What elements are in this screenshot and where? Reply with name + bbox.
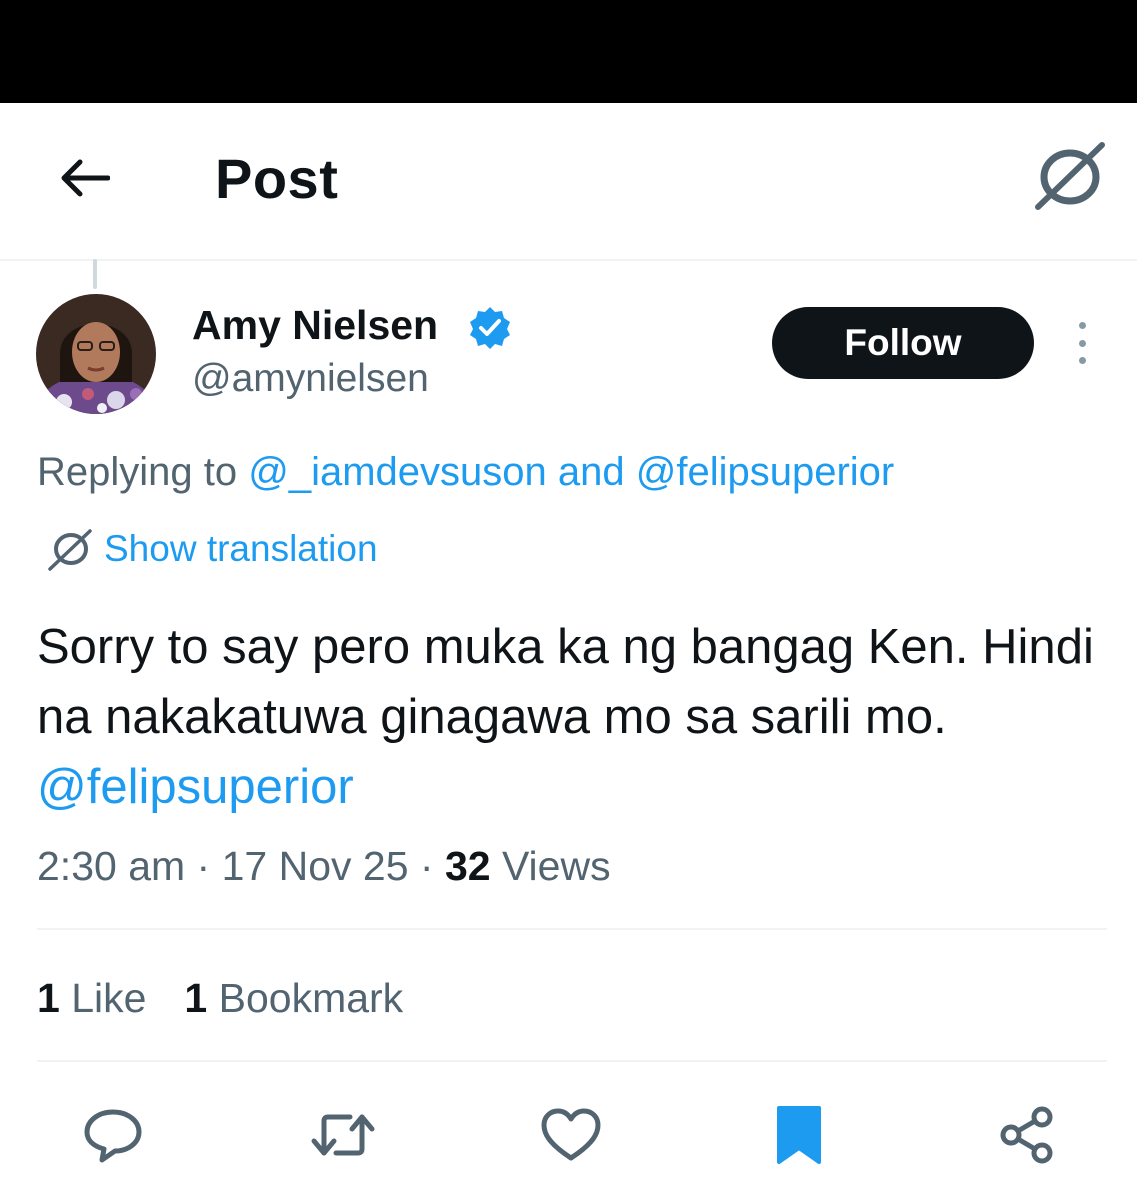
tweet-time[interactable]: 2:30 am [37,843,185,889]
avatar[interactable] [36,294,156,414]
tweet-meta: 2:30 am · 17 Nov 25 · 32 Views [37,840,611,892]
divider [37,928,1107,930]
bookmark-icon [777,1106,821,1164]
likes-stat[interactable]: 1 Like [37,975,146,1021]
like-button[interactable] [536,1100,606,1170]
handle[interactable]: @amynielsen [192,356,429,402]
like-icon [541,1108,601,1161]
bookmarks-stat[interactable]: 1 Bookmark [184,975,403,1021]
more-icon-dot [1078,339,1086,347]
meta-separator: · [185,843,222,889]
share-button[interactable] [992,1100,1062,1170]
reply-joiner: and [546,450,636,494]
tweet-date[interactable]: 17 Nov 25 [222,843,409,889]
back-button[interactable] [52,150,116,206]
views-count: 32 [444,843,491,889]
show-translation-link[interactable]: Show translation [46,524,378,574]
avatar-image [36,294,156,414]
status-bar [0,0,1137,103]
more-options-button[interactable] [1062,318,1102,368]
show-translation-label: Show translation [104,528,378,569]
tweet-text: Sorry to say pero muka ka ng bangag Ken.… [37,612,1117,822]
reply-mention-link[interactable]: @_iamdevsuson [248,450,547,494]
translate-icon [48,529,92,571]
verified-badge-icon [470,307,510,349]
repost-icon [311,1114,375,1156]
page-title: Post [215,147,339,210]
tweet-mention-link[interactable]: @felipsuperior [37,760,354,814]
views-label: Views [490,843,611,889]
replying-to: Replying to @_iamdevsuson and @felipsupe… [37,448,894,496]
translate-icon [1035,142,1105,210]
follow-button[interactable]: Follow [772,307,1034,379]
tweet-body: Sorry to say pero muka ka ng bangag Ken.… [37,620,1094,744]
more-icon-dot [1078,322,1086,329]
more-icon-dot [1078,357,1086,364]
divider [37,1060,1107,1062]
translate-button[interactable] [1030,140,1110,212]
thread-line [93,259,97,289]
reply-mention-link[interactable]: @felipsuperior [636,450,895,494]
likes-label: Like [59,975,147,1021]
header [0,103,1137,261]
bookmarks-label: Bookmark [207,975,404,1021]
bookmark-button[interactable] [764,1100,834,1170]
likes-count: 1 [37,975,60,1021]
engagement-stats: 1 Like 1 Bookmark [37,972,403,1024]
replying-prefix: Replying to [37,450,249,494]
share-icon [1000,1106,1053,1164]
reply-icon [84,1109,142,1163]
display-name[interactable]: Amy Nielsen [192,300,438,350]
repost-button[interactable] [308,1100,378,1170]
back-arrow-icon [61,159,110,197]
meta-separator: · [408,843,445,889]
bookmarks-count: 1 [184,975,208,1021]
reply-button[interactable] [78,1100,148,1170]
